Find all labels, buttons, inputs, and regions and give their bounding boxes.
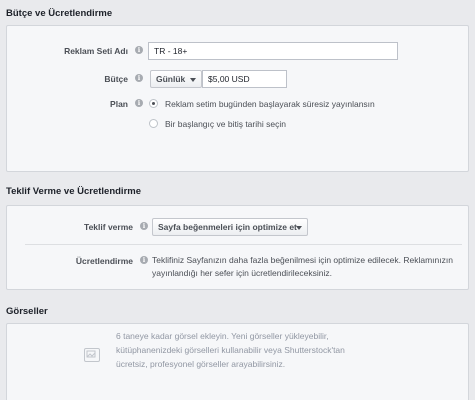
plan-radio-indefinite[interactable] [149, 99, 158, 108]
upload-description-line-2: kütüphanenizdeki görselleri kullanabilir… [116, 345, 345, 355]
info-icon[interactable]: i [140, 256, 148, 264]
image-gallery-icon[interactable] [84, 348, 100, 362]
upload-description-line-3: ücretsiz, profesyonel görseller arayabil… [116, 359, 286, 369]
charge-description-line-1: Teklifiniz Sayfanızın daha fazla beğenil… [152, 255, 453, 265]
bid-section-title: Teklif Verme ve Ücretlendirme [6, 186, 141, 197]
plan-label: Plan [110, 99, 128, 109]
info-icon[interactable]: i [135, 99, 143, 107]
info-icon[interactable]: i [135, 46, 143, 54]
plan-option-indefinite-label[interactable]: Reklam setim bugünden başlayarak süresiz… [165, 99, 375, 109]
budget-type-dropdown[interactable]: Günlük [150, 70, 202, 88]
budget-label: Bütçe [104, 74, 128, 84]
visuals-panel: 6 taneye kadar görsel ekleyin. Yeni görs… [6, 323, 469, 400]
info-icon[interactable]: i [140, 222, 148, 230]
budget-section-title: Bütçe ve Ücretlendirme [6, 8, 113, 19]
plan-option-dates-label[interactable]: Bir başlangıç ve bitiş tarihi seçin [165, 119, 286, 129]
ad-set-name-label: Reklam Seti Adı [64, 46, 128, 56]
charge-description-line-2: yayınlandığı her sefer için ücretlendiri… [152, 268, 333, 278]
budget-type-value: Günlük [156, 74, 186, 84]
plan-radio-dates[interactable] [149, 119, 158, 128]
ad-set-name-input[interactable]: TR - 18+ [148, 42, 398, 60]
budget-panel: Reklam Seti Adı i TR - 18+ Bütçe i Günlü… [6, 25, 469, 172]
caret-down-icon [190, 78, 196, 82]
upload-description-line-1: 6 taneye kadar görsel ekleyin. Yeni görs… [116, 331, 329, 341]
visuals-section-title: Görseller [6, 306, 48, 317]
info-icon[interactable]: i [135, 74, 143, 82]
caret-down-icon [296, 226, 302, 230]
bid-optimization-dropdown[interactable]: Sayfa beğenmeleri için optimize et [152, 218, 308, 236]
bid-optimization-value: Sayfa beğenmeleri için optimize et [158, 222, 297, 232]
divider [25, 244, 462, 245]
bid-panel: Teklif verme i Sayfa beğenmeleri için op… [6, 205, 469, 290]
budget-amount-input[interactable]: $5,00 USD [202, 70, 287, 88]
charge-label: Ücretlendirme [75, 256, 133, 266]
bid-label: Teklif verme [84, 222, 133, 232]
